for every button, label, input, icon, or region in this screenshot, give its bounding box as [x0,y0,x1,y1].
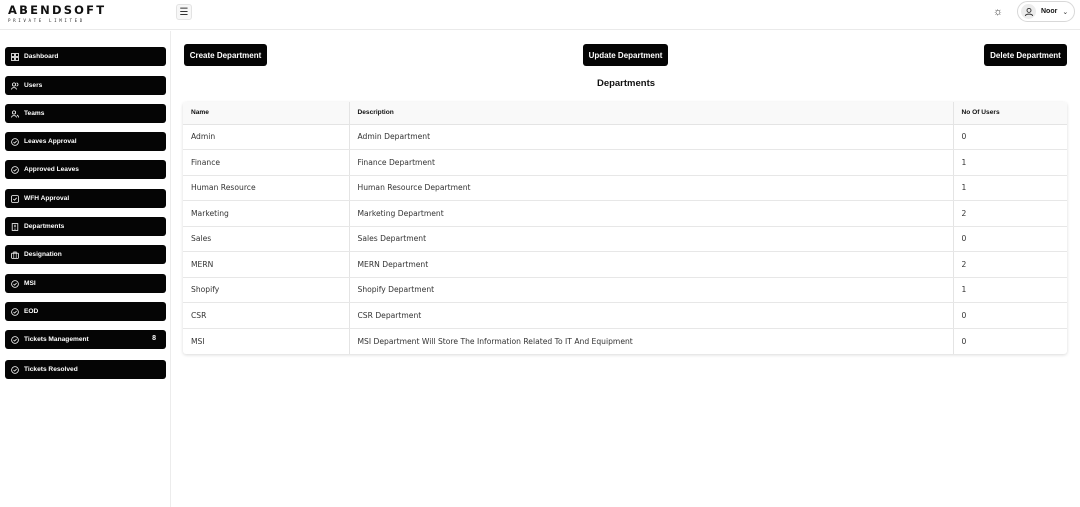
sidebar-item-dashboard[interactable]: Dashboard [5,47,166,66]
table-row[interactable]: MERN MERN Department 2 [183,251,1067,278]
cell-description: MSI Department Will Store The Informatio… [349,328,954,354]
sidebar-item-departments[interactable]: Departments [5,217,166,236]
check-circle-icon [10,279,19,288]
sidebar-item-teams[interactable]: Teams [5,104,166,123]
departments-table: Name Description No Of Users Admin Admin… [183,102,1067,354]
sidebar-item-wfh-approval[interactable]: WFH Approval [5,189,166,208]
create-department-button[interactable]: Create Department [184,44,267,66]
sidebar-item-approved-leaves[interactable]: Approved Leaves [5,160,166,179]
table-row[interactable]: CSR CSR Department 0 [183,302,1067,329]
cell-users: 2 [953,251,1067,278]
column-header-users[interactable]: No Of Users [953,102,1067,125]
check-circle-icon [10,165,19,174]
cell-name: Admin [183,124,350,150]
brand-logo[interactable]: ABENDSOFT PRIVATE LIMITED [8,3,107,24]
sidebar-item-users[interactable]: Users [5,76,166,95]
table-row[interactable]: Marketing Marketing Department 2 [183,200,1067,227]
table-row[interactable]: Human Resource Human Resource Department… [183,175,1067,201]
cell-description: CSR Department [349,302,954,329]
sidebar: Dashboard Users Teams Leaves Approval Ap… [0,31,171,507]
cell-users: 0 [953,124,1067,150]
cell-users: 0 [961,336,967,346]
user-name: Noor [1041,8,1058,15]
cell-name: MERN [183,251,350,278]
sidebar-item-label: Teams [24,110,45,117]
sidebar-item-tickets-management[interactable]: Tickets Management 8 [5,330,166,349]
check-circle-icon [10,365,19,374]
cell-description: Marketing Department [349,200,954,227]
chevron-down-icon: ⌄ [1062,8,1069,16]
cell-description: Sales Department [349,226,954,252]
sidebar-item-leaves-approval[interactable]: Leaves Approval [5,132,166,151]
briefcase-icon [10,250,19,259]
check-circle-icon [10,335,19,344]
team-icon [10,109,19,118]
sidebar-item-label: Dashboard [24,53,59,60]
update-department-button[interactable]: Update Department [583,44,668,66]
sidebar-item-label: Tickets Resolved [24,366,78,373]
building-icon [10,222,19,231]
sidebar-item-label: Departments [24,223,65,230]
user-avatar-icon [1021,4,1036,19]
sidebar-item-msi[interactable]: MSI [5,274,166,293]
user-menu-button[interactable]: Noor ⌄ [1017,1,1075,22]
table-header-row: Name Description No Of Users [183,102,1067,125]
table-row[interactable]: MSI MSI Department Will Store The Inform… [183,328,1067,354]
sidebar-item-label: Designation [24,251,62,258]
page-title: Departments [596,78,656,89]
sidebar-item-label: EOD [24,308,39,315]
cell-description: Finance Department [349,149,954,176]
cell-name: Marketing [183,200,350,227]
cell-name: Finance [183,149,350,176]
delete-department-button[interactable]: Delete Department [984,44,1067,66]
cell-name: CSR [183,302,350,329]
cell-users: 2 [953,200,1067,227]
brand-name: ABENDSOFT [8,3,107,17]
hamburger-icon: ☰ [179,6,189,18]
sidebar-item-tickets-resolved[interactable]: Tickets Resolved [5,360,166,379]
brand-tagline: PRIVATE LIMITED [8,18,85,23]
tickets-count-badge: 8 [152,335,156,342]
cell-users: 1 [953,149,1067,176]
sidebar-item-label: Tickets Management [24,336,89,343]
cell-description: Human Resource Department [349,175,954,201]
table-row[interactable]: Admin Admin Department 0 [183,124,1067,150]
column-header-description[interactable]: Description [349,102,954,125]
sidebar-item-label: Leaves Approval [24,138,77,145]
check-circle-icon [10,307,19,316]
grid-icon [10,52,19,61]
column-header-name[interactable]: Name [183,102,350,125]
check-circle-icon [10,137,19,146]
sidebar-item-label: Approved Leaves [24,166,79,173]
cell-name: Sales [183,226,350,252]
table-row[interactable]: Finance Finance Department 1 [183,149,1067,176]
table-row[interactable]: Shopify Shopify Department 1 [183,277,1067,303]
sidebar-item-label: Users [24,82,43,89]
sidebar-item-label: MSI [24,280,36,287]
cell-users: 0 [953,226,1067,252]
theme-toggle-button[interactable]: ☼ [990,5,1006,19]
top-bar: ABENDSOFT PRIVATE LIMITED ☰ ☼ Noor ⌄ [0,0,1080,30]
check-square-icon [10,194,19,203]
sidebar-item-designation[interactable]: Designation [5,245,166,264]
sidebar-item-eod[interactable]: EOD [5,302,166,321]
table-row[interactable]: Sales Sales Department 0 [183,226,1067,252]
cell-description: MERN Department [349,251,954,278]
cell-name: Human Resource [183,175,350,201]
cell-users: 0 [953,302,1067,329]
cell-users: 1 [953,175,1067,201]
users-icon [10,81,19,90]
sidebar-item-label: WFH Approval [24,195,70,202]
cell-name: Shopify [183,277,350,303]
cell-description: Shopify Department [349,277,954,303]
cell-description: Admin Department [349,124,954,150]
cell-name: MSI [183,328,350,354]
menu-toggle-button[interactable]: ☰ [176,4,192,20]
cell-users: 1 [953,277,1067,303]
sun-icon: ☼ [992,6,1004,18]
main-content: Create Department Update Department Dele… [172,31,1080,507]
